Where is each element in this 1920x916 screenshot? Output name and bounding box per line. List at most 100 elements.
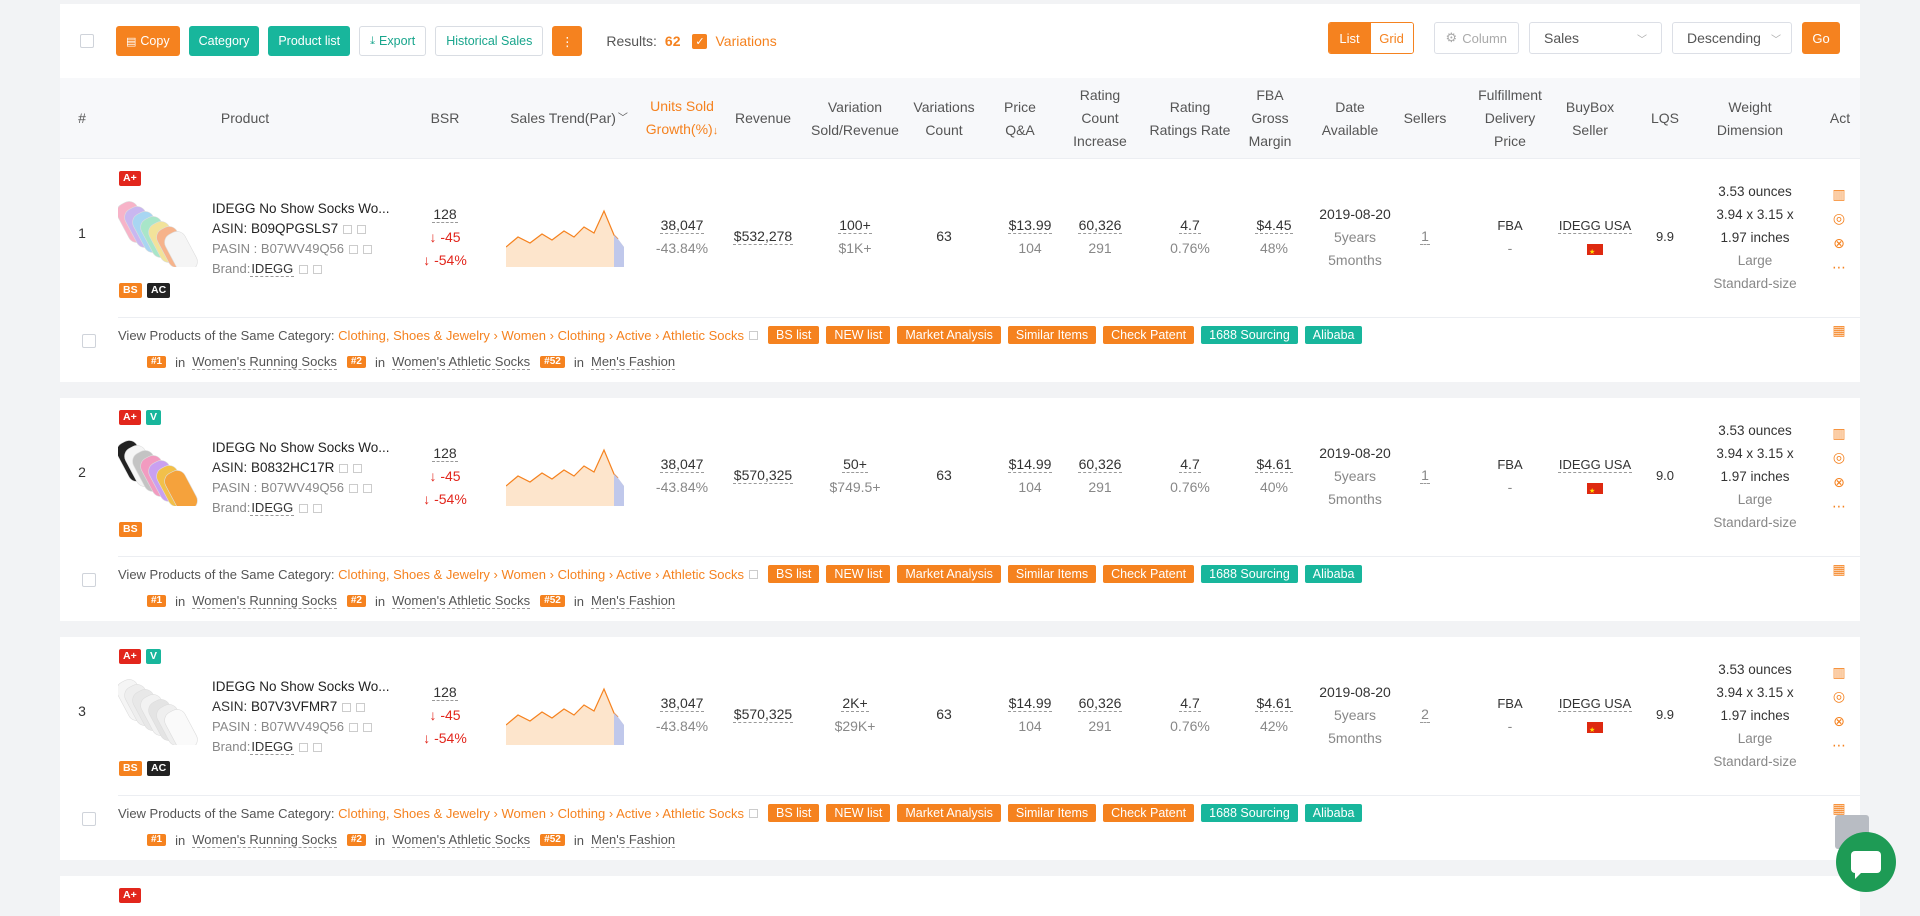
product-thumbnail[interactable] [118,434,198,506]
row-checkbox[interactable] [82,334,96,348]
external-link-icon[interactable] [748,569,758,579]
sellers-value[interactable]: 2 [1420,706,1430,723]
external-link-icon[interactable] [363,484,373,494]
target-icon[interactable]: ⊗ [1831,474,1847,490]
more-options-icon[interactable]: ⋯ [1831,259,1847,275]
external-link-icon[interactable] [748,330,758,340]
asin-value[interactable]: B07V3VFMR7 [251,699,337,714]
sellers-value[interactable]: 1 [1420,467,1430,484]
external-link-icon[interactable] [356,702,366,712]
fba-value[interactable]: $4.61 [1255,695,1293,712]
more-options-icon[interactable]: ⋯ [1831,498,1847,514]
buybox-seller[interactable]: IDEGG USA [1557,457,1633,473]
sellers-value[interactable]: 1 [1420,228,1430,245]
fba-value[interactable]: $4.61 [1255,456,1293,473]
units-sold-value[interactable]: 38,047 [659,217,705,234]
column-settings-button[interactable]: ⚙ Column [1433,22,1519,54]
col-rating-count[interactable]: Rating Count Increase [1060,78,1140,159]
copy-button[interactable]: ▤ Copy [116,26,180,56]
select-all-checkbox[interactable] [80,34,94,48]
product-list-button[interactable]: Product list [268,26,351,56]
tag-bs-list[interactable]: BS list [767,326,820,344]
rank-category-link[interactable]: Women's Running Socks [192,832,337,848]
rank-category-link[interactable]: Men's Fashion [590,832,676,848]
external-link-icon[interactable] [357,224,367,234]
product-title[interactable]: IDEGG No Show Socks Wo... [212,199,390,219]
col-units-sold[interactable]: Units Sold Growth(%)↓ [642,78,722,159]
rank-category-link[interactable]: Women's Running Socks [192,593,337,609]
col-price[interactable]: Price Q&A [990,78,1050,159]
tag-1688-sourcing[interactable]: 1688 Sourcing [1201,326,1298,344]
external-link-icon[interactable] [363,245,373,255]
tag-check-patent[interactable]: Check Patent [1103,326,1195,344]
tag-new-list[interactable]: NEW list [826,565,891,583]
bar-chart-icon[interactable]: ▥ [1831,664,1847,680]
tag-check-patent[interactable]: Check Patent [1103,565,1195,583]
buybox-seller[interactable]: IDEGG USA [1557,696,1633,712]
col-date-available[interactable]: Date Available [1310,78,1390,159]
row-checkbox[interactable] [82,573,96,587]
price-value[interactable]: $13.99 [1007,217,1053,234]
bar-chart-icon[interactable]: ▥ [1831,186,1847,202]
price-value[interactable]: $14.99 [1007,695,1053,712]
rating-value[interactable]: 4.7 [1179,217,1201,234]
pasin-value[interactable]: B07WV49Q56 [261,480,344,495]
copy-icon[interactable] [349,484,359,494]
tag-1688-sourcing[interactable]: 1688 Sourcing [1201,565,1298,583]
units-sold-value[interactable]: 38,047 [659,456,705,473]
calculator-icon[interactable]: ▦ [1831,561,1847,577]
tag-similar-items[interactable]: Similar Items [1007,565,1097,583]
units-sold-value[interactable]: 38,047 [659,695,705,712]
buybox-seller[interactable]: IDEGG USA [1557,218,1633,234]
rank-category-link[interactable]: Men's Fashion [590,354,676,370]
grid-view-button[interactable]: Grid [1370,23,1413,53]
brand-link[interactable]: IDEGG [250,739,295,755]
col-bsr[interactable]: BSR [420,78,470,159]
target-icon[interactable]: ⊗ [1831,713,1847,729]
tag-market-analysis[interactable]: Market Analysis [897,326,1001,344]
calculator-icon[interactable]: ▦ [1831,800,1847,816]
col-product[interactable]: Product [200,78,290,159]
calculator-icon[interactable]: ▦ [1831,322,1847,338]
rank-category-link[interactable]: Men's Fashion [590,593,676,609]
col-revenue[interactable]: Revenue [727,78,799,159]
rank-category-link[interactable]: Women's Running Socks [192,354,337,370]
tag-alibaba[interactable]: Alibaba [1304,565,1363,583]
product-title[interactable]: IDEGG No Show Socks Wo... [212,677,390,697]
price-value[interactable]: $14.99 [1007,456,1053,473]
copy-icon[interactable] [349,245,359,255]
tag-new-list[interactable]: NEW list [826,804,891,822]
export-button[interactable]: ⤓ Export [359,26,427,56]
chat-button[interactable] [1836,832,1896,892]
category-path-link[interactable]: Clothing, Shoes & Jewelry › Women › Clot… [338,567,744,582]
bsr-value[interactable]: 128 [432,206,458,223]
external-link-icon[interactable] [313,743,323,753]
col-lqs[interactable]: LQS [1640,78,1690,159]
col-fulfillment[interactable]: Fulfillment Delivery Price [1465,78,1555,159]
category-path-link[interactable]: Clothing, Shoes & Jewelry › Women › Clot… [338,328,744,343]
tag-similar-items[interactable]: Similar Items [1007,804,1097,822]
sort-order-select[interactable]: Descending ﹀ [1672,22,1792,54]
copy-icon[interactable] [343,224,353,234]
variations-label[interactable]: Variations [715,33,776,49]
tag-market-analysis[interactable]: Market Analysis [897,565,1001,583]
copy-icon[interactable] [299,504,309,514]
rating-count-value[interactable]: 60,326 [1077,217,1123,234]
external-link-icon[interactable] [313,504,323,514]
col-sellers[interactable]: Sellers [1395,78,1455,159]
asin-value[interactable]: B0832HC17R [251,460,334,475]
go-button[interactable]: Go [1802,22,1840,54]
copy-icon[interactable] [349,723,359,733]
product-thumbnail[interactable] [118,195,198,267]
copy-icon[interactable] [299,743,309,753]
product-thumbnail[interactable] [118,673,198,745]
col-sales-trend[interactable]: Sales Trend(Par) ﹀ [508,78,630,159]
col-fba-margin[interactable]: FBA Gross Margin [1240,78,1300,159]
rank-category-link[interactable]: Women's Athletic Socks [392,354,531,370]
bar-chart-icon[interactable]: ▥ [1831,425,1847,441]
copy-icon[interactable] [342,702,352,712]
variation-sold-value[interactable]: 50+ [842,456,868,473]
variations-checkbox[interactable]: ✓ [692,33,708,49]
bsr-value[interactable]: 128 [432,684,458,701]
fba-value[interactable]: $4.45 [1255,217,1293,234]
